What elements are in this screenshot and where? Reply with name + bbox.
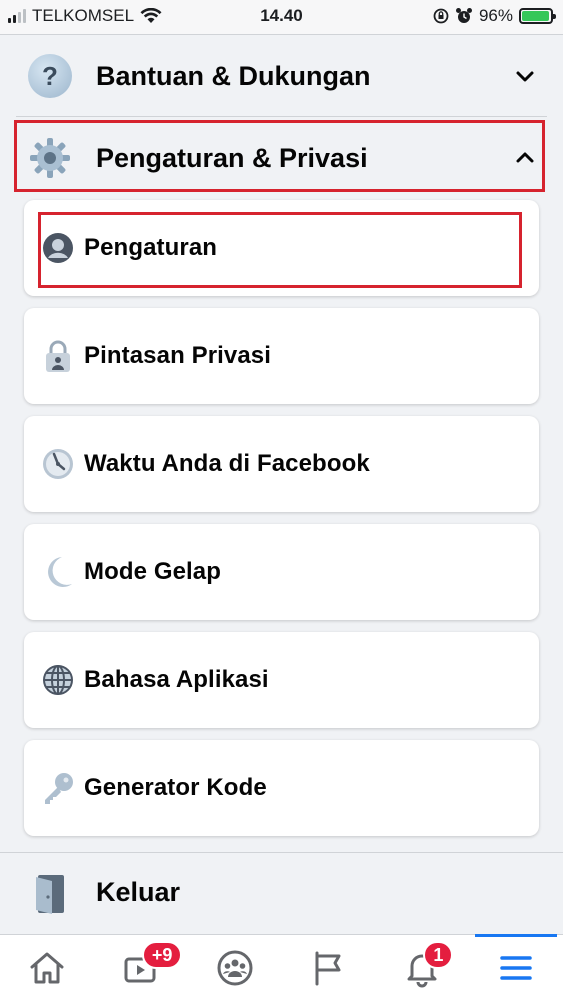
svg-text:?: ? [42,61,58,91]
menu-item-your-time[interactable]: Waktu Anda di Facebook [24,416,539,512]
status-right: 96% [433,6,556,26]
notification-badge: 1 [423,941,454,969]
menu-item-label: Generator Kode [84,774,267,801]
logout-row[interactable]: Keluar [0,852,563,934]
menu-item-label: Waktu Anda di Facebook [84,450,370,477]
section-divider [16,116,547,117]
battery-percent: 96% [478,6,513,25]
section-highlight-box [14,120,545,192]
bottom-tab-bar: +9 1 [0,934,563,1000]
menu-item-label: Bahasa Aplikasi [84,666,269,693]
logout-label: Keluar [96,877,181,907]
clock-icon [40,446,76,482]
menu-item-code-generator[interactable]: Generator Kode [24,740,539,836]
tab-pages[interactable] [281,935,375,1000]
status-bar: TELKOMSEL 14.40 96% [0,0,563,34]
menu-item-privacy-shortcuts[interactable]: Pintasan Privasi [24,308,539,404]
tab-groups[interactable] [188,935,282,1000]
menu-item-label: Mode Gelap [84,558,222,585]
orientation-lock-icon [433,8,449,24]
alarm-icon [455,8,472,23]
item-highlight-box [38,212,522,288]
tab-menu[interactable] [469,934,563,1000]
tab-watch[interactable]: +9 [94,935,188,1000]
battery-fill [522,11,549,21]
question-icon: ? [28,54,72,98]
groups-icon [217,950,253,985]
moon-icon [40,554,76,590]
help-support-section[interactable]: ? Bantuan & Dukungan [0,36,563,116]
chevron-down-icon[interactable] [515,66,535,86]
status-divider [0,34,563,35]
tab-home[interactable] [0,935,94,1000]
help-support-label: Bantuan & Dukungan [96,60,371,91]
tab-notifications[interactable]: 1 [375,935,469,1000]
key-icon [40,770,76,806]
lock-icon [40,338,76,374]
home-icon [30,952,64,983]
flag-icon [315,951,341,985]
menu-item-app-language[interactable]: Bahasa Aplikasi [24,632,539,728]
door-icon [36,875,64,914]
menu-item-label: Pintasan Privasi [84,342,272,369]
menu-item-dark-mode[interactable]: Mode Gelap [24,524,539,620]
battery-icon [519,8,556,24]
watch-badge: +9 [141,941,183,969]
globe-icon [40,662,76,698]
hamburger-icon [500,955,532,980]
